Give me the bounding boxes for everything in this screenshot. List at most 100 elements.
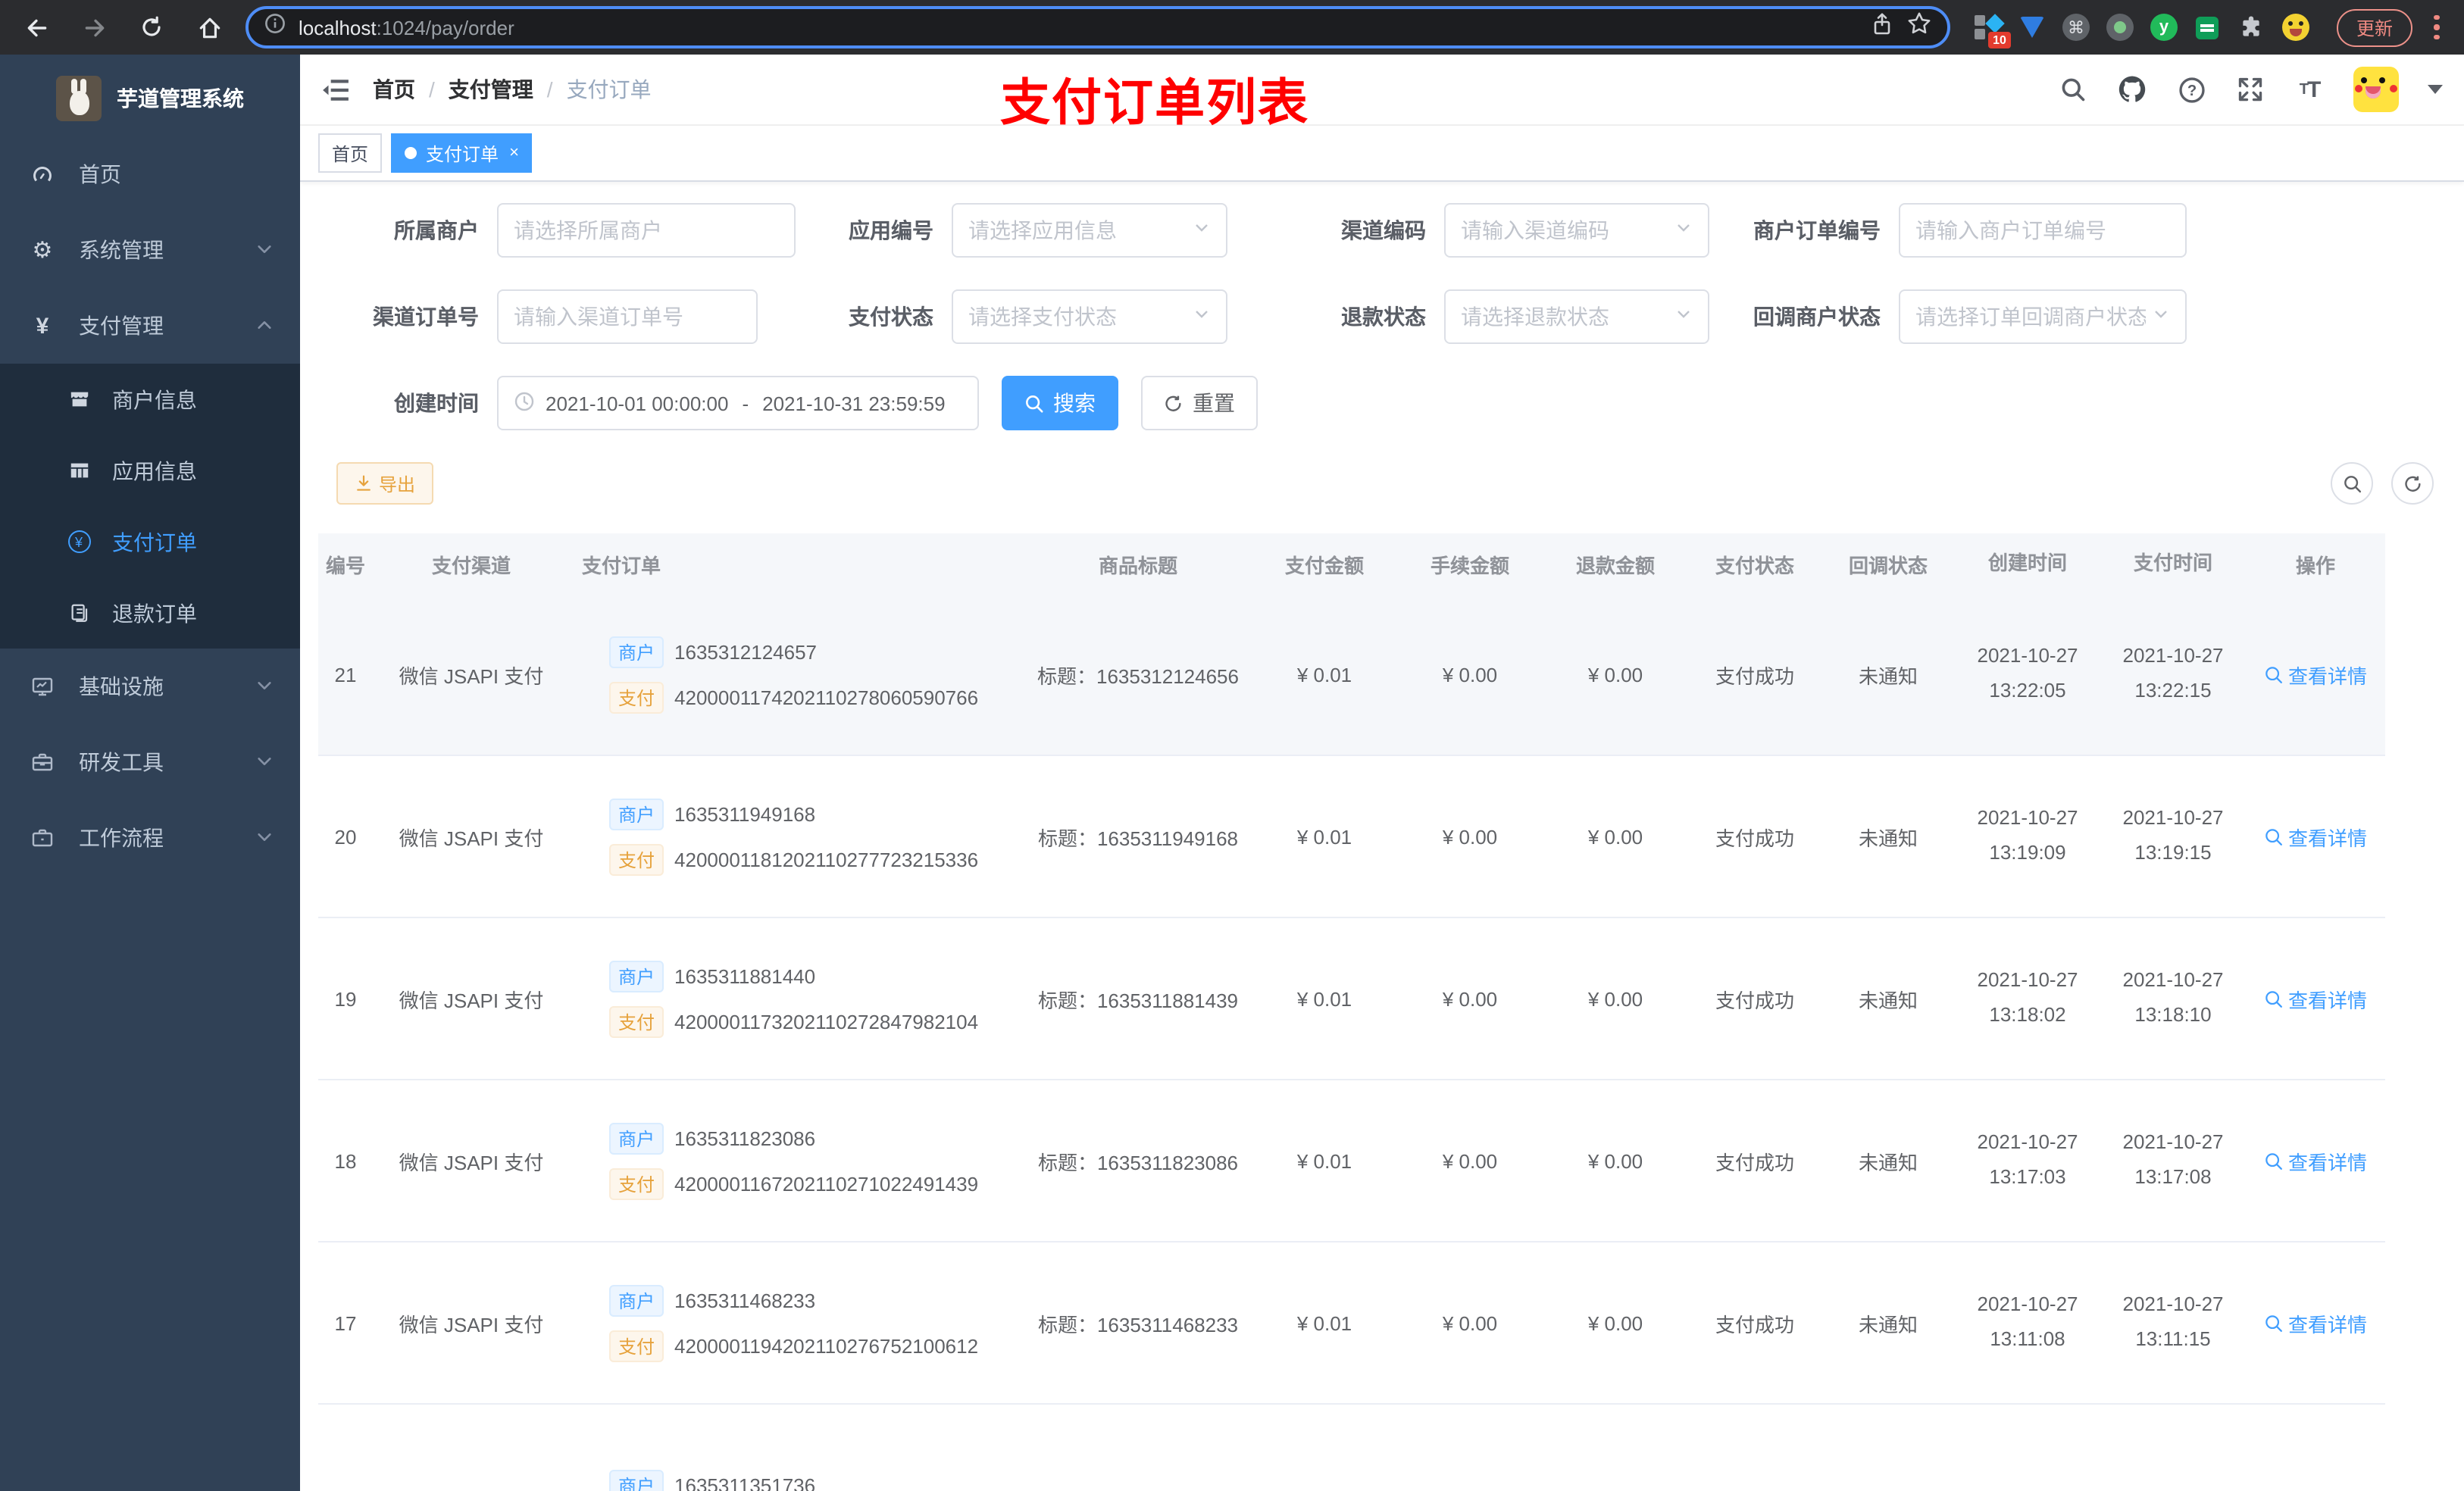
sidebar-item-workflow[interactable]: 工作流程 (0, 800, 300, 876)
view-detail-link[interactable]: 查看详情 (2264, 1308, 2367, 1337)
sidebar-item-payment[interactable]: ¥ 支付管理 (0, 288, 300, 364)
tag-close-icon[interactable]: × (509, 144, 519, 161)
refund-status-select[interactable] (1444, 289, 1709, 344)
sidebar-item-pay-order[interactable]: ¥ 支付订单 (0, 506, 300, 577)
merchant-order-no: 1635312124657 (674, 640, 818, 663)
sidebar-item-infrastructure[interactable]: 基础设施 (0, 649, 300, 724)
channel-order-no-input[interactable] (497, 289, 758, 344)
search-icon[interactable] (2058, 74, 2088, 105)
tag-home[interactable]: 首页 (318, 133, 383, 173)
gear-icon: ⚙ (32, 238, 53, 264)
font-size-icon[interactable]: TT (2294, 74, 2325, 105)
create-time-cell: 2021-10-27 13:22:05 (1977, 644, 2078, 702)
extension-icon-3[interactable] (2106, 14, 2134, 41)
reset-button[interactable]: 重置 (1141, 376, 1258, 430)
fee-amount-cell: ¥ 0.00 (1442, 1311, 1498, 1334)
sidebar-item-system[interactable]: ⚙ 系统管理 (0, 212, 300, 288)
chevron-down-icon (1674, 303, 1693, 330)
search-button[interactable]: 搜索 (1002, 376, 1118, 430)
app-logo-row[interactable]: 芋道管理系统 (0, 55, 300, 136)
product-title-cell: 标题：1635311823086 (1037, 1151, 1239, 1174)
url-bar[interactable]: localhost:1024/pay/order (245, 6, 1950, 48)
export-button[interactable]: 导出 (336, 462, 434, 505)
pay-tag: 支付 (609, 843, 664, 875)
sidebar-item-merchant-info[interactable]: 商户信息 (0, 364, 300, 435)
channel-pay-no: 4200001173202110272847982104 (674, 1010, 979, 1033)
pay-time-cell: 2021-10-27 13:17:08 (2122, 1130, 2224, 1189)
github-icon[interactable] (2117, 74, 2147, 105)
profile-avatar-icon[interactable] (2281, 14, 2309, 41)
home-icon[interactable] (188, 6, 230, 48)
notify-status-select[interactable] (1899, 289, 2187, 344)
tags-view-bar: 首页 支付订单 × (300, 126, 2464, 182)
sidebar-fold-icon[interactable] (321, 74, 352, 105)
browser-menu-icon[interactable] (2434, 14, 2440, 40)
breadcrumb-payment[interactable]: 支付管理 (449, 74, 533, 105)
breadcrumb-home[interactable]: 首页 (373, 74, 415, 105)
product-title-cell: 标题：1635312124656 (1037, 664, 1239, 687)
merchant-order-no: 1635311949168 (674, 802, 816, 825)
browser-update-button[interactable]: 更新 (2336, 8, 2412, 46)
breadcrumb-pay-order: 支付订单 (566, 77, 652, 102)
reload-icon[interactable] (130, 6, 173, 48)
sidebar-item-refund-order[interactable]: 退款订单 (0, 577, 300, 649)
merchant-tag: 商户 (609, 1284, 664, 1316)
sidebar: 芋道管理系统 首页 ⚙ 系统管理 ¥ 支付管理 商户信息 应用信息 ¥ 支付订单… (0, 55, 300, 1491)
sidebar-item-home[interactable]: 首页 (0, 136, 300, 212)
pay-status-cell: 支付成功 (1715, 664, 1794, 687)
date-range-end: 2021-10-31 23:59:59 (762, 392, 946, 414)
avatar-caret-icon[interactable] (2428, 85, 2443, 94)
tag-pay-order[interactable]: 支付订单 × (391, 133, 533, 173)
fullscreen-icon[interactable] (2235, 74, 2265, 105)
sidebar-item-dev-tools[interactable]: 研发工具 (0, 724, 300, 800)
pay-amount-cell: ¥ 0.01 (1296, 663, 1352, 686)
extension-icon-y[interactable]: y (2150, 14, 2178, 41)
product-title-cell: 标题：1635311949168 (1037, 827, 1239, 849)
top-navbar: 首页 / 支付管理 / 支付订单 ? T T (300, 55, 2464, 126)
merchant-tag: 商户 (609, 1122, 664, 1154)
create-time-range-picker[interactable]: 2021-10-01 00:00:00 - 2021-10-31 23:59:5… (497, 376, 979, 430)
extensions-area: 10 ⌘ y (1974, 14, 2309, 48)
refund-amount-cell: ¥ 0.00 (1587, 1311, 1643, 1334)
pay-time-cell: 2021-10-27 13:22:15 (2122, 644, 2224, 702)
sidebar-item-app-info[interactable]: 应用信息 (0, 435, 300, 506)
view-detail-link[interactable]: 查看详情 (2264, 660, 2367, 689)
extension-icon-2[interactable] (2018, 14, 2046, 41)
view-detail-link[interactable]: 查看详情 (2264, 984, 2367, 1013)
view-detail-link[interactable]: 查看详情 (2264, 1146, 2367, 1175)
extension-chat-icon[interactable] (2194, 14, 2222, 41)
merchant-select[interactable] (497, 203, 796, 258)
extension-badge: 10 (1988, 32, 2011, 48)
command-icon[interactable]: ⌘ (2062, 14, 2090, 41)
browser-toolbar: localhost:1024/pay/order 10 ⌘ y 更新 (0, 0, 2464, 55)
extension-icon-1[interactable]: 10 (1974, 14, 2011, 48)
action-cell: 查看详情 (2246, 822, 2385, 851)
bookmark-star-icon[interactable] (1906, 11, 1932, 44)
user-avatar[interactable] (2353, 67, 2399, 112)
chevron-down-icon (1193, 217, 1211, 244)
help-icon[interactable]: ? (2176, 74, 2206, 105)
pay-status-cell: 支付成功 (1715, 989, 1794, 1011)
pay-status-select[interactable] (952, 289, 1227, 344)
chevron-down-icon (256, 750, 273, 774)
channel-code-select[interactable] (1444, 203, 1709, 258)
site-info-icon[interactable] (264, 12, 286, 42)
app-id-select[interactable] (952, 203, 1227, 258)
toggle-search-button[interactable] (2331, 462, 2373, 505)
back-icon[interactable] (15, 6, 58, 48)
merchant-order-no-input[interactable] (1899, 203, 2187, 258)
fee-amount-cell: ¥ 0.00 (1442, 1149, 1498, 1172)
table-body: 21 微信 JSAPI 支付 商户 1635312124657 支付 4200001… (318, 594, 2385, 1491)
view-detail-link[interactable]: 查看详情 (2264, 822, 2367, 851)
briefcase-icon (30, 826, 55, 850)
share-icon[interactable] (1870, 11, 1894, 43)
channel-pay-no: 4200001181202110277723215336 (674, 848, 979, 871)
forward-icon[interactable] (73, 6, 115, 48)
create-time-cell: 2021-10-27 13:19:09 (1977, 806, 2078, 864)
pay-amount-cell: ¥ 0.01 (1296, 1311, 1352, 1334)
pay-channel-cell: 微信 JSAPI 支付 (399, 1313, 544, 1336)
pay-order-cell: 商户 1635311823086 支付 4200001167202110271022… (570, 1108, 1024, 1213)
puzzle-icon[interactable] (2238, 14, 2265, 41)
payment-submenu: 商户信息 应用信息 ¥ 支付订单 退款订单 (0, 364, 300, 649)
refresh-button[interactable] (2391, 462, 2434, 505)
